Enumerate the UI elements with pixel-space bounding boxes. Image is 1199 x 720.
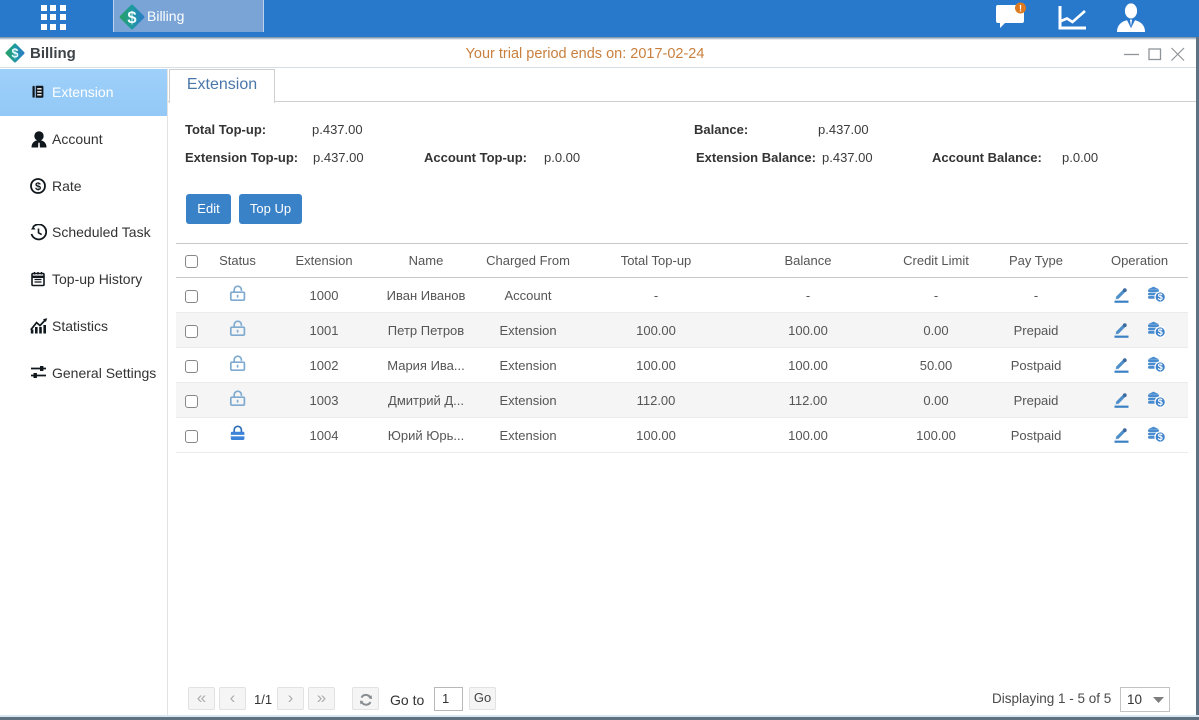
svg-text:$: $: [1158, 397, 1163, 407]
svg-text:$: $: [1158, 292, 1163, 302]
svg-text:$: $: [127, 9, 136, 27]
svg-text:$: $: [35, 181, 41, 193]
svg-text:$: $: [1158, 432, 1163, 442]
svg-text:$: $: [1158, 362, 1163, 372]
svg-text:!: !: [1019, 4, 1022, 14]
svg-text:$: $: [1158, 327, 1163, 337]
